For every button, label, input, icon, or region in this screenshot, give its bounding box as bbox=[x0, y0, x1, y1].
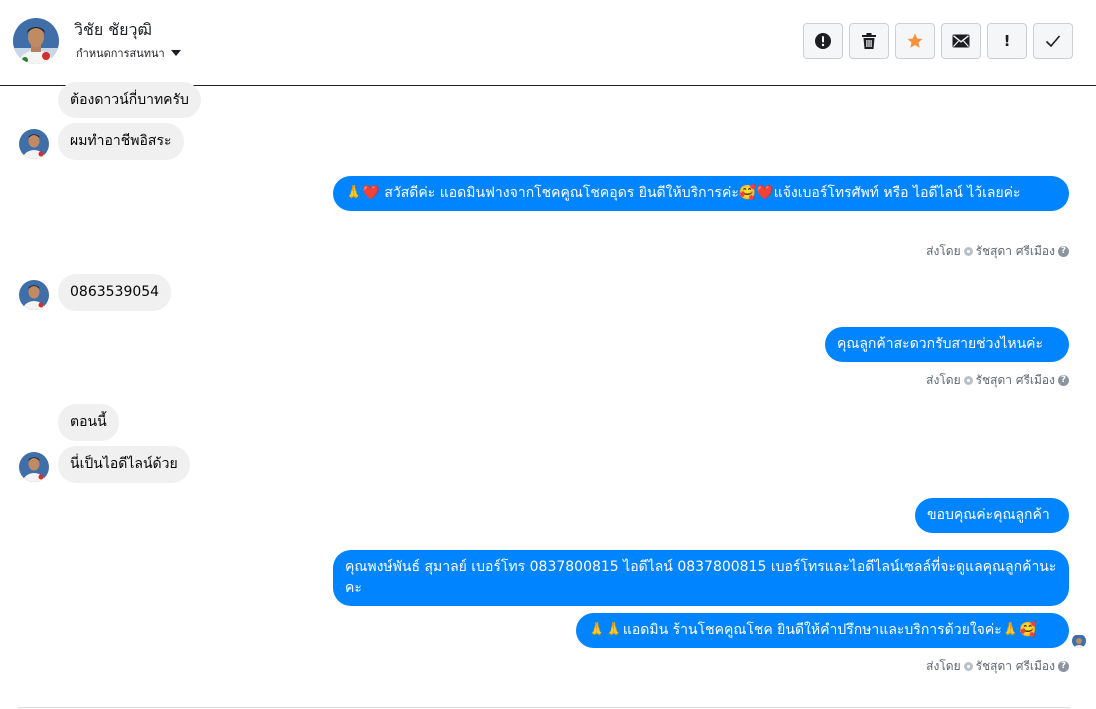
check-icon bbox=[1045, 35, 1061, 48]
incoming-message: ตอนนี้ bbox=[58, 404, 119, 441]
sender-avatar[interactable] bbox=[19, 280, 49, 310]
help-icon[interactable]: ? bbox=[1058, 246, 1069, 257]
help-icon[interactable]: ? bbox=[1058, 661, 1069, 672]
conversation-header: วิชัย ชัยวุฒิ กำหนดการสนทนา ! bbox=[0, 0, 1096, 86]
mark-done-button[interactable] bbox=[1033, 23, 1073, 59]
sent-by-label: ส่งโดย รัชสุดา ศรีเมือง ? bbox=[926, 371, 1069, 390]
incoming-message: นี่เป็นไอดีไลน์ด้วย bbox=[58, 446, 190, 483]
sent-by-label: ส่งโดย รัชสุดา ศรีเมือง ? bbox=[926, 657, 1069, 676]
conversation-setting-dropdown[interactable]: กำหนดการสนทนา bbox=[76, 44, 181, 62]
agent-check-icon bbox=[963, 247, 973, 256]
agent-check-icon bbox=[963, 376, 973, 385]
outgoing-message: ขอบคุณค่ะคุณลูกค้า bbox=[915, 498, 1069, 533]
star-button[interactable] bbox=[895, 23, 935, 59]
message-thread[interactable]: ต้องดาวน์กี่บาทครับ ผมทำอาชีพอิสระ 🙏❤️ ส… bbox=[0, 82, 1096, 709]
sent-by-prefix: ส่งโดย bbox=[926, 244, 961, 258]
conversation-toolbar: ! bbox=[803, 23, 1073, 59]
mark-important-button[interactable]: ! bbox=[987, 23, 1027, 59]
sent-by-agent: รัชสุดา ศรีเมือง bbox=[975, 373, 1055, 387]
composer-divider bbox=[18, 707, 1070, 708]
contact-name: วิชัย ชัยวุฒิ bbox=[74, 20, 152, 39]
sent-by-prefix: ส่งโดย bbox=[926, 659, 961, 673]
sender-avatar[interactable] bbox=[19, 129, 49, 159]
agent-check-icon bbox=[963, 662, 973, 671]
delete-button[interactable] bbox=[849, 23, 889, 59]
trash-icon bbox=[862, 33, 876, 49]
help-icon[interactable]: ? bbox=[1058, 375, 1069, 386]
star-icon bbox=[907, 33, 923, 48]
incoming-message: ต้องดาวน์กี่บาทครับ bbox=[58, 82, 201, 118]
report-button[interactable] bbox=[803, 23, 843, 59]
incoming-message: ผมทำอาชีพอิสระ bbox=[58, 123, 184, 160]
sent-by-label: ส่งโดย รัชสุดา ศรีเมือง ? bbox=[926, 242, 1069, 261]
contact-avatar[interactable] bbox=[13, 18, 59, 64]
incoming-message: 0863539054 bbox=[58, 274, 172, 311]
outgoing-message: คุณลูกค้าสะดวกรับสายช่วงไหนค่ะ bbox=[825, 327, 1069, 362]
outgoing-message: 🙏❤️ สวัสดีค่ะ แอดมินฟางจากโชคคูณโชคอุดร … bbox=[333, 176, 1069, 211]
exclamation-icon: ! bbox=[1003, 32, 1011, 50]
sent-by-agent: รัชสุดา ศรีเมือง bbox=[975, 659, 1055, 673]
sent-by-agent: รัชสุดา ศรีเมือง bbox=[975, 244, 1055, 258]
conversation-setting-label: กำหนดการสนทนา bbox=[76, 47, 165, 60]
sent-by-prefix: ส่งโดย bbox=[926, 373, 961, 387]
outgoing-message: 🙏🙏แอดมิน ร้านโชคคูณโชค ยินดีให้คำปรึกษาแ… bbox=[576, 613, 1069, 648]
caret-down-icon bbox=[170, 50, 181, 56]
outgoing-message: คุณพงษ์พันธ์ สุมาลย์ เบอร์โทร 0837800815… bbox=[333, 550, 1069, 606]
envelope-icon bbox=[952, 34, 970, 48]
sender-avatar[interactable] bbox=[19, 452, 49, 482]
report-icon bbox=[815, 33, 831, 49]
mark-unread-button[interactable] bbox=[941, 23, 981, 59]
seen-avatar bbox=[1072, 634, 1086, 648]
